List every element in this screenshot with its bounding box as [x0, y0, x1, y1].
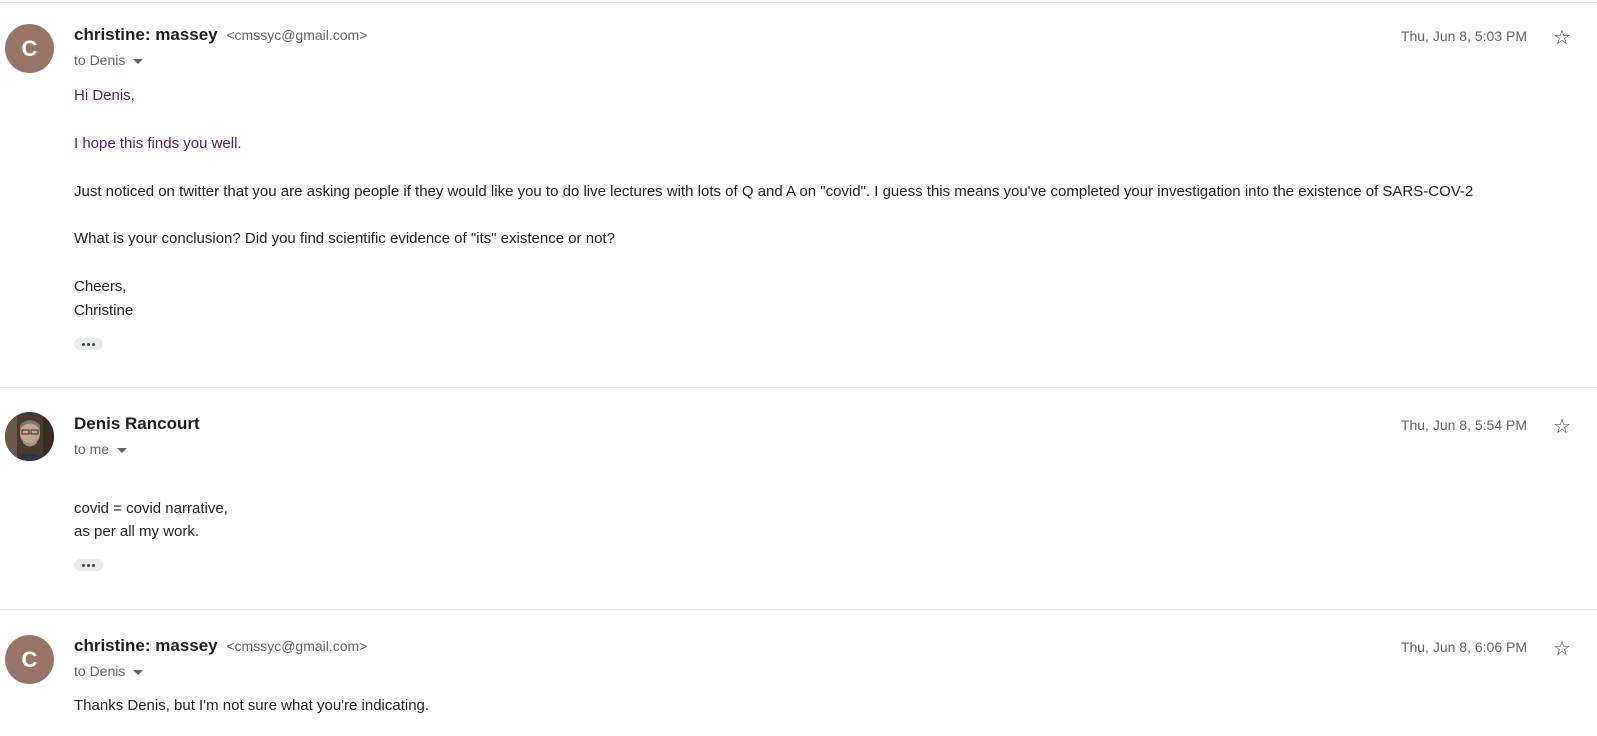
sender-info: christine: massey <cmssyc@gmail.com>	[74, 636, 367, 656]
sender-name[interactable]: Denis Rancourt	[74, 414, 200, 433]
sender-avatar[interactable]: C	[5, 24, 54, 73]
message-divider	[0, 387, 1597, 388]
body-line: I hope this finds you well.	[74, 135, 242, 152]
body-line: Just noticed on twitter that you are ask…	[74, 183, 1474, 200]
message-date: Thu, Jun 8, 6:06 PM	[1400, 639, 1527, 655]
recipient-label: to Denis	[74, 663, 126, 679]
body-line: What is your conclusion? Did you find sc…	[74, 230, 615, 247]
star-icon[interactable]: ☆	[1553, 25, 1571, 50]
body-line: Hi Denis,	[74, 87, 135, 104]
caret-down-icon[interactable]	[133, 669, 144, 675]
top-divider	[0, 2, 1597, 3]
dot-icon	[87, 563, 90, 567]
message-date: Thu, Jun 8, 5:54 PM	[1400, 417, 1527, 433]
sender-info: christine: massey <cmssyc@gmail.com>	[74, 25, 367, 45]
recipient-details-toggle[interactable]: to me	[74, 441, 128, 457]
body-line: as per all my work.	[74, 523, 200, 540]
show-trimmed-content-button[interactable]	[74, 559, 103, 571]
dot-icon	[82, 342, 85, 346]
message-date: Thu, Jun 8, 5:03 PM	[1400, 28, 1527, 44]
dot-icon	[87, 342, 90, 346]
caret-down-icon[interactable]	[133, 58, 144, 64]
sender-name[interactable]: christine: massey	[74, 636, 218, 655]
sender-avatar[interactable]: C	[5, 635, 54, 684]
sender-info: Denis Rancourt	[74, 414, 200, 434]
sender-email: <cmssyc@gmail.com>	[226, 638, 368, 654]
caret-down-icon[interactable]	[117, 447, 128, 453]
star-icon[interactable]: ☆	[1553, 414, 1571, 439]
sender-name[interactable]: christine: massey	[74, 25, 218, 44]
recipient-details-toggle[interactable]: to Denis	[74, 663, 144, 679]
recipient-label: to Denis	[74, 52, 126, 68]
person-photo-icon	[5, 412, 54, 461]
body-line: covid = covid narrative,	[74, 500, 228, 517]
message-divider	[0, 609, 1597, 610]
dot-icon	[82, 563, 85, 567]
sender-email: <cmssyc@gmail.com>	[226, 27, 368, 43]
show-trimmed-content-button[interactable]	[74, 338, 103, 350]
star-icon[interactable]: ☆	[1553, 636, 1571, 661]
sender-avatar-photo[interactable]	[5, 412, 54, 461]
body-line: Christine	[74, 302, 134, 319]
recipient-details-toggle[interactable]: to Denis	[74, 52, 144, 68]
body-line: Cheers,	[74, 278, 127, 295]
dot-icon	[92, 563, 95, 567]
recipient-label: to me	[74, 441, 110, 457]
body-line: Thanks Denis, but I'm not sure what you'…	[74, 697, 430, 714]
dot-icon	[92, 342, 95, 346]
